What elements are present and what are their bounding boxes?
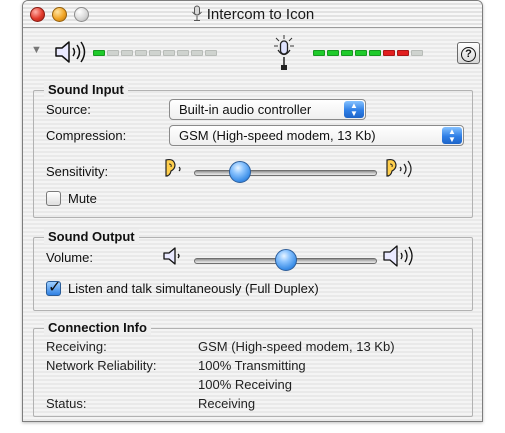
meter-segment: [383, 50, 395, 56]
reliability-receiving-value: 100% Receiving: [198, 377, 292, 392]
microphone-broadcast-icon: [273, 35, 295, 74]
help-button[interactable]: ?: [457, 42, 480, 64]
sound-input-group: Sound Input Source: Built-in audio contr…: [33, 82, 473, 218]
loud-ear-icon: [382, 157, 418, 184]
network-reliability-label: Network Reliability:: [46, 358, 157, 373]
full-duplex-label[interactable]: Listen and talk simultaneously (Full Dup…: [68, 281, 319, 296]
source-popup[interactable]: Built-in audio controller ▲ ▼: [169, 99, 366, 120]
output-level-meter: [93, 50, 217, 58]
popup-arrows-icon: ▲ ▼: [344, 101, 364, 118]
meter-segment: [191, 50, 203, 56]
intercom-window: Intercom to Icon ▼ ? Sound Input Source:…: [22, 0, 483, 422]
popup-arrows-icon: ▲ ▼: [442, 127, 462, 144]
quiet-ear-icon: [161, 157, 187, 182]
reliability-transmitting-value: 100% Transmitting: [198, 358, 306, 373]
toolbar: ▼ ?: [23, 28, 482, 80]
window-title: Intercom to Icon: [206, 6, 315, 23]
sensitivity-label: Sensitivity:: [46, 164, 109, 179]
source-value: Built-in audio controller: [179, 102, 312, 117]
mute-checkbox[interactable]: [46, 191, 61, 206]
window-title-container: Intercom to Icon: [23, 5, 482, 26]
volume-slider-thumb[interactable]: [274, 249, 297, 271]
meter-segment: [149, 50, 161, 56]
sensitivity-slider-thumb[interactable]: [229, 161, 252, 183]
title-bar[interactable]: Intercom to Icon: [23, 1, 482, 28]
mute-label[interactable]: Mute: [68, 191, 97, 206]
status-value: Receiving: [198, 396, 256, 411]
meter-segment: [313, 50, 325, 56]
checkmark-icon: ✓: [48, 279, 62, 296]
meter-segment: [107, 50, 119, 56]
source-label: Source:: [46, 102, 91, 117]
input-level-meter: [313, 50, 423, 58]
receiving-value: GSM (High-speed modem, 13 Kb): [198, 339, 395, 354]
loud-speaker-icon: [382, 244, 416, 271]
help-icon: ?: [461, 47, 476, 62]
meter-segment: [355, 50, 367, 56]
connection-info-group: Connection Info Receiving: GSM (High-spe…: [33, 320, 473, 417]
compression-popup[interactable]: GSM (High-speed modem, 13 Kb) ▲ ▼: [169, 125, 464, 146]
meter-segment: [411, 50, 423, 56]
meter-segment: [93, 50, 105, 56]
meter-segment: [397, 50, 409, 56]
meter-segment: [135, 50, 147, 56]
disclosure-triangle-icon[interactable]: ▼: [31, 44, 42, 56]
quiet-speaker-icon: [162, 246, 186, 269]
meter-segment: [327, 50, 339, 56]
sound-input-heading: Sound Input: [44, 82, 128, 97]
meter-segment: [177, 50, 189, 56]
sensitivity-slider-track[interactable]: [194, 170, 377, 176]
microphone-icon: [191, 5, 203, 26]
sound-output-group: Sound Output Volume: ✓ Listen and talk s…: [33, 229, 473, 311]
meter-segment: [121, 50, 133, 56]
receiving-label: Receiving:: [46, 339, 107, 354]
full-duplex-checkbox[interactable]: ✓: [46, 279, 61, 296]
meter-segment: [163, 50, 175, 56]
volume-label: Volume:: [46, 250, 93, 265]
status-label: Status:: [46, 396, 87, 411]
connection-info-heading: Connection Info: [44, 320, 151, 335]
speaker-icon: [53, 40, 87, 67]
meter-segment: [341, 50, 353, 56]
meter-segment: [369, 50, 381, 56]
meter-segment: [205, 50, 217, 56]
compression-value: GSM (High-speed modem, 13 Kb): [179, 128, 376, 143]
compression-label: Compression:: [46, 128, 127, 143]
sound-output-heading: Sound Output: [44, 229, 139, 244]
